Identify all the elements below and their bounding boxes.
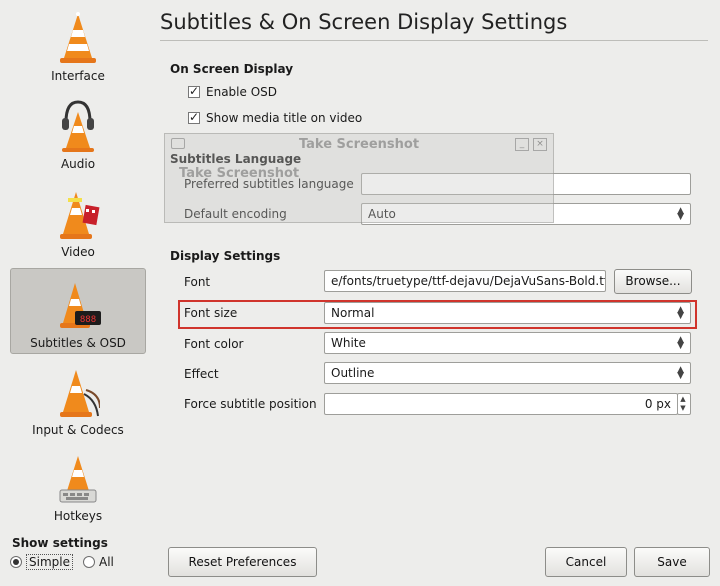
reset-preferences-button[interactable]: Reset Preferences bbox=[168, 547, 317, 577]
title-divider bbox=[160, 40, 708, 41]
all-radio-label[interactable]: All bbox=[99, 555, 114, 569]
category-sidebar: Interface Audio Video 888 Subtitles & OS… bbox=[8, 0, 148, 540]
chevron-updown-icon: ▲ ▼ bbox=[677, 365, 684, 381]
display-settings-heading: Display Settings bbox=[170, 249, 281, 263]
font-color-value: White bbox=[331, 336, 366, 350]
font-color-select[interactable]: White ▲ ▼ bbox=[324, 332, 691, 354]
enable-osd-label: Enable OSD bbox=[206, 85, 277, 99]
subtitles-language-heading: Subtitles Language bbox=[170, 152, 302, 166]
font-size-select[interactable]: Normal ▲ ▼ bbox=[324, 302, 691, 324]
effect-select[interactable]: Outline ▲ ▼ bbox=[324, 362, 691, 384]
minimize-icon: _ bbox=[515, 138, 529, 151]
page-title: Subtitles & On Screen Display Settings bbox=[160, 10, 568, 34]
default-encoding-value: Auto bbox=[368, 207, 396, 221]
save-button[interactable]: Save bbox=[634, 547, 710, 577]
vlc-cone-icon bbox=[60, 12, 96, 63]
sidebar-item-video[interactable]: Video bbox=[10, 178, 146, 264]
font-label: Font bbox=[184, 275, 211, 289]
close-icon: × bbox=[533, 138, 547, 151]
spinner-arrows-icon: ▲ ▼ bbox=[680, 395, 686, 412]
svg-text:888: 888 bbox=[80, 315, 96, 325]
font-size-label: Font size bbox=[184, 306, 238, 320]
ghost-window-controls: _ × bbox=[515, 138, 547, 151]
browse-button[interactable]: Browse... bbox=[614, 269, 692, 294]
force-position-spinner[interactable]: ▲ ▼ bbox=[677, 393, 691, 415]
force-position-input[interactable]: 0 px bbox=[324, 393, 678, 415]
default-encoding-select[interactable]: Auto ▲ ▼ bbox=[361, 203, 691, 225]
sidebar-item-audio[interactable]: Audio bbox=[10, 90, 146, 176]
enable-osd-checkbox[interactable] bbox=[188, 84, 200, 98]
sidebar-item-label: Audio bbox=[60, 157, 96, 171]
preferred-language-input[interactable] bbox=[361, 173, 691, 195]
sidebar-item-input-codecs[interactable]: Input & Codecs bbox=[10, 356, 146, 442]
font-color-label: Font color bbox=[184, 337, 244, 351]
default-encoding-label: Default encoding bbox=[184, 207, 287, 221]
show-title-row[interactable]: Show media title on video bbox=[188, 110, 363, 125]
font-size-value: Normal bbox=[331, 306, 375, 320]
effect-label: Effect bbox=[184, 367, 219, 381]
film-icon bbox=[60, 192, 100, 239]
chevron-updown-icon: ▲ ▼ bbox=[677, 305, 684, 321]
font-path-input[interactable]: e/fonts/truetype/ttf-dejavu/DejaVuSans-B… bbox=[324, 270, 606, 292]
sidebar-item-subtitles-osd[interactable]: 888 Subtitles & OSD bbox=[10, 268, 146, 354]
sidebar-item-label: Interface bbox=[51, 69, 105, 83]
osd-section-heading: On Screen Display bbox=[170, 62, 294, 76]
cables-icon bbox=[60, 370, 100, 417]
camera-icon bbox=[171, 138, 185, 149]
effect-value: Outline bbox=[331, 366, 375, 380]
show-settings-label: Show settings bbox=[12, 536, 108, 550]
simple-radio-label[interactable]: Simple bbox=[26, 554, 73, 570]
show-title-label: Show media title on video bbox=[206, 111, 363, 125]
sidebar-item-label: Hotkeys bbox=[53, 509, 103, 523]
sidebar-item-label: Video bbox=[61, 245, 95, 259]
chevron-updown-icon: ▲ ▼ bbox=[677, 206, 684, 222]
simple-radio[interactable] bbox=[10, 556, 22, 568]
keyboard-icon bbox=[59, 456, 97, 503]
all-radio[interactable] bbox=[82, 556, 95, 568]
headphones-icon bbox=[62, 100, 94, 152]
sidebar-item-hotkeys[interactable]: Hotkeys bbox=[10, 442, 146, 528]
chevron-updown-icon: ▲ ▼ bbox=[677, 335, 684, 351]
show-title-checkbox[interactable] bbox=[188, 110, 200, 124]
sidebar-item-interface[interactable]: Interface bbox=[10, 2, 146, 88]
ghost-title: Take Screenshot bbox=[298, 137, 420, 152]
enable-osd-row[interactable]: Enable OSD bbox=[188, 84, 277, 99]
force-position-label: Force subtitle position bbox=[184, 397, 317, 411]
clock-display-icon: 888 bbox=[60, 283, 101, 328]
show-settings-radios: Simple All bbox=[10, 554, 114, 570]
sidebar-item-label: Input & Codecs bbox=[32, 423, 124, 437]
preferred-language-label: Preferred subtitles language bbox=[184, 177, 354, 191]
cancel-button[interactable]: Cancel bbox=[545, 547, 627, 577]
sidebar-item-label: Subtitles & OSD bbox=[30, 336, 126, 350]
